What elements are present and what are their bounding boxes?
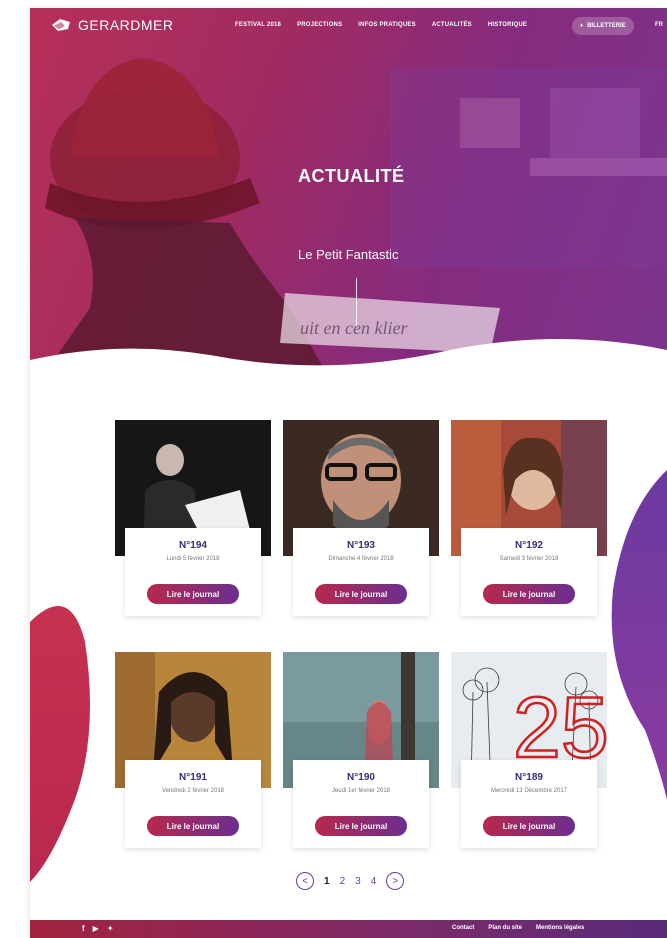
page: uit en cen klier GERARDMER FESTIVAL 2018…: [30, 8, 667, 938]
next-page-button[interactable]: >: [386, 872, 405, 890]
twitter-icon[interactable]: ✦: [107, 924, 114, 933]
menu-item-festival[interactable]: FESTIVAL 2018: [235, 22, 281, 28]
page-title: ACTUALITÉ: [298, 166, 405, 186]
card-number: N°191: [179, 772, 207, 783]
right-decor-blob: [611, 470, 667, 800]
page-link-2[interactable]: 2: [340, 876, 346, 887]
logo-icon: [52, 19, 70, 31]
card-number: N°189: [515, 772, 543, 783]
footer-link-contact[interactable]: Contact: [452, 925, 474, 931]
card-date: Jeudi 1er février 2018: [331, 788, 391, 794]
page-link-1[interactable]: 1: [324, 876, 330, 887]
card-number: N°193: [347, 540, 375, 551]
footer: f ▶ ✦ Contact Plan du site Mentions léga…: [30, 920, 667, 938]
page-link-3[interactable]: 3: [355, 876, 361, 887]
card-number: N°192: [515, 540, 543, 551]
card-info: N°190 Jeudi 1er février 2018 Lire le jou…: [293, 760, 429, 848]
top-nav: GERARDMER FESTIVAL 2018 PROJECTIONS INFO…: [30, 8, 667, 46]
ticket-button[interactable]: ♦ BILLETTERIE: [572, 17, 634, 35]
logo[interactable]: GERARDMER: [50, 17, 174, 33]
hero-wave: [30, 339, 667, 380]
news-card: N°192 Samedi 3 février 2018 Lire le jour…: [451, 420, 607, 616]
menu-item-infos[interactable]: INFOS PRATIQUES: [358, 22, 416, 28]
news-card: N°193 Dimanche 4 février 2018 Lire le jo…: [283, 420, 439, 616]
youtube-icon[interactable]: ▶: [93, 924, 99, 933]
ticket-icon: ♦: [580, 23, 584, 29]
news-card: N°194 Lundi 5 février 2018 Lire le journ…: [115, 420, 271, 616]
page-subtitle: Le Petit Fantastic: [298, 247, 399, 262]
read-journal-button[interactable]: Lire le journal: [147, 816, 239, 836]
read-journal-button[interactable]: Lire le journal: [147, 584, 239, 604]
ticket-label: BILLETTERIE: [587, 23, 626, 29]
social-links: f ▶ ✦: [82, 924, 114, 933]
read-journal-button[interactable]: Lire le journal: [315, 584, 407, 604]
card-info: N°189 Mercredi 13 Décembre 2017 Lire le …: [461, 760, 597, 848]
card-info: N°193 Dimanche 4 février 2018 Lire le jo…: [293, 528, 429, 616]
menu-item-actualites[interactable]: ACTUALITÉS: [432, 22, 472, 28]
footer-link-sitemap[interactable]: Plan du site: [488, 925, 522, 931]
prev-page-button[interactable]: <: [296, 872, 314, 890]
read-journal-button[interactable]: Lire le journal: [315, 816, 407, 836]
footer-links: Contact Plan du site Mentions légales: [452, 925, 584, 931]
news-card: N°190 Jeudi 1er février 2018 Lire le jou…: [283, 652, 439, 848]
page-link-4[interactable]: 4: [371, 876, 377, 887]
menu-item-historique[interactable]: HISTORIQUE: [488, 22, 527, 28]
card-info: N°192 Samedi 3 février 2018 Lire le jour…: [461, 528, 597, 616]
facebook-icon[interactable]: f: [82, 924, 85, 933]
news-card: N°191 Vendredi 2 février 2018 Lire le jo…: [115, 652, 271, 848]
news-card: 25 N°189 Mercredi 13 Décembre 2017 Lire …: [451, 652, 607, 848]
read-journal-button[interactable]: Lire le journal: [483, 816, 575, 836]
card-date: Mercredi 13 Décembre 2017: [490, 788, 568, 794]
card-number: N°190: [347, 772, 375, 783]
card-date: Dimanche 4 février 2018: [328, 556, 394, 562]
footer-link-legal[interactable]: Mentions légales: [536, 925, 584, 931]
card-info: N°191 Vendredi 2 février 2018 Lire le jo…: [125, 760, 261, 848]
read-journal-button[interactable]: Lire le journal: [483, 584, 575, 604]
pagination: < 1 2 3 4 >: [296, 872, 405, 890]
card-number: N°194: [179, 540, 207, 551]
card-date: Lundi 5 février 2018: [166, 556, 220, 562]
card-info: N°194 Lundi 5 février 2018 Lire le journ…: [125, 528, 261, 616]
card-date: Vendredi 2 février 2018: [161, 788, 225, 794]
logo-text: GERARDMER: [78, 17, 174, 33]
hero-banner: uit en cen klier GERARDMER FESTIVAL 2018…: [30, 8, 667, 380]
menu-item-projections[interactable]: PROJECTIONS: [297, 22, 342, 28]
card-date: Samedi 3 février 2018: [499, 556, 559, 562]
hero-divider: [356, 278, 357, 326]
left-decor-blob: [30, 606, 90, 882]
main-menu: FESTIVAL 2018 PROJECTIONS INFOS PRATIQUE…: [235, 22, 527, 28]
language-selector[interactable]: FR: [655, 22, 663, 28]
